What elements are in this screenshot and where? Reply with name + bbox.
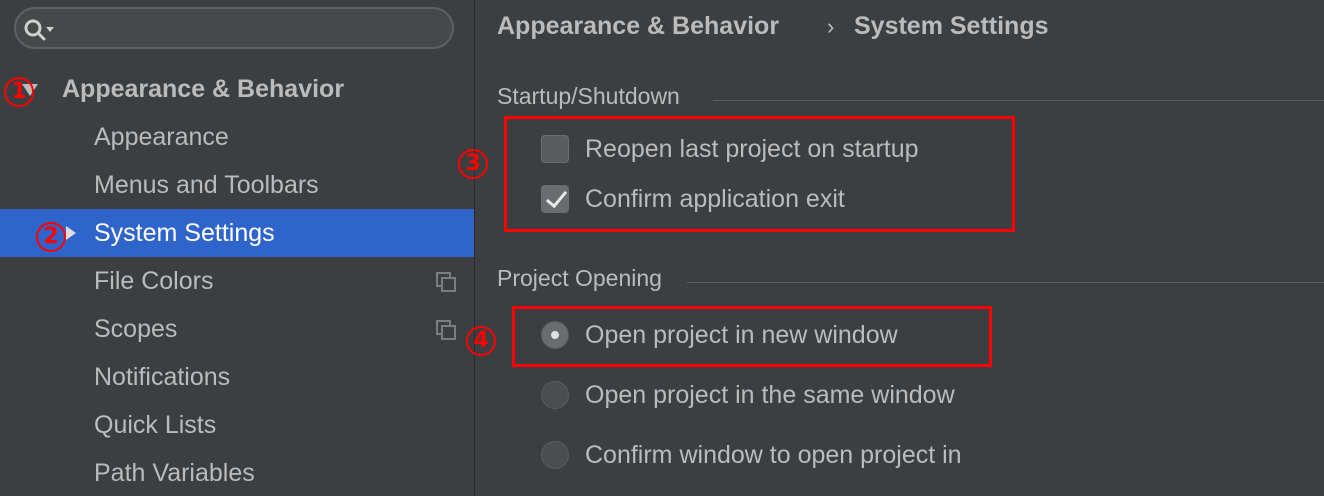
tree-item-label: Appearance & Behavior [62,75,345,103]
tree-item-system-settings[interactable]: System Settings [0,209,474,257]
tree-item-file-colors[interactable]: File Colors [0,257,474,305]
tree-item-label: Appearance [94,123,229,151]
section-divider [687,282,1324,283]
collapse-arrow-icon[interactable] [66,226,76,240]
project-level-copy-icon [436,272,456,292]
breadcrumb-parent[interactable]: Appearance & Behavior [497,12,779,41]
tree-item-label: System Settings [94,219,275,247]
annotation-badge-4: 4 [466,326,496,356]
tree-item-label: Notifications [94,363,231,391]
radio-confirm-window[interactable]: Confirm window to open project in [541,435,1041,475]
search-field[interactable] [14,7,454,49]
radio-label: Confirm window to open project in [585,441,962,469]
tree-item-appearance-behavior[interactable]: Appearance & Behavior [0,65,474,113]
tree-item-quick-lists[interactable]: Quick Lists [0,401,474,449]
section-title-startup: Startup/Shutdown [497,83,680,109]
section-divider [713,100,1324,101]
settings-sidebar: Appearance & Behavior Appearance Menus a… [0,0,474,496]
tree-item-menus-toolbars[interactable]: Menus and Toolbars [0,161,474,209]
radio-unselected[interactable] [541,381,569,409]
radio-unselected[interactable] [541,441,569,469]
tree-item-appearance[interactable]: Appearance [0,113,474,161]
project-level-copy-icon [436,320,456,340]
section-title-project-opening: Project Opening [497,265,662,291]
settings-content: Appearance & Behavior › System Settings … [475,0,1324,496]
breadcrumb-separator-icon: › [827,14,835,39]
radio-open-same-window[interactable]: Open project in the same window [541,375,1041,415]
tree-item-label: File Colors [94,267,214,295]
tree-item-label: Path Variables [94,459,255,487]
annotation-box-startup [504,116,1015,232]
tree-item-notifications[interactable]: Notifications [0,353,474,401]
breadcrumb-current: System Settings [854,12,1049,40]
tree-item-label: Quick Lists [94,411,217,439]
search-icon [24,19,54,41]
annotation-badge-1: 1 [4,77,34,107]
tree-item-scopes[interactable]: Scopes [0,305,474,353]
tree-item-path-variables[interactable]: Path Variables [0,449,474,496]
tree-item-label: Menus and Toolbars [94,171,319,199]
annotation-badge-2: 2 [36,222,66,252]
tree-item-label: Scopes [94,315,178,343]
radio-label: Open project in the same window [585,381,955,409]
annotation-box-new-window [512,306,992,367]
annotation-badge-3: 3 [458,149,488,179]
